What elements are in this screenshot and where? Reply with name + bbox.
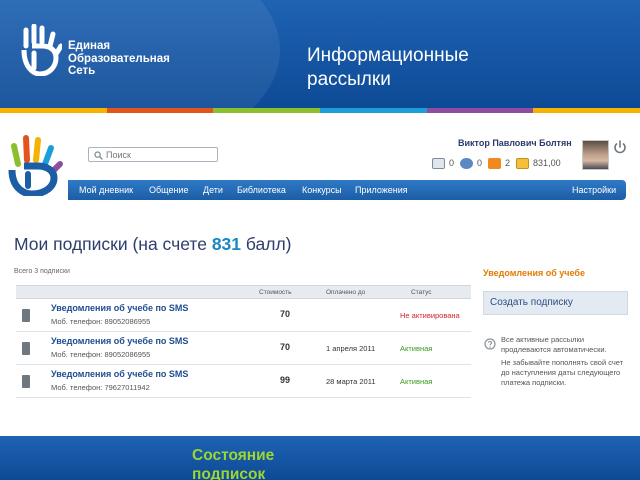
nav-item-library[interactable]: Библиотека xyxy=(237,185,286,195)
points-counter[interactable]: 831,00 xyxy=(516,157,561,169)
color-stripe xyxy=(0,108,640,113)
search-icon xyxy=(94,151,103,160)
hand-logo-icon xyxy=(21,24,62,76)
logo-text: Единая Образовательная Сеть xyxy=(68,40,170,77)
column-status: Статус xyxy=(411,289,432,296)
slide-banner: Единая Образовательная Сеть Информационн… xyxy=(0,0,640,108)
phone-icon xyxy=(22,342,30,355)
table-row: Уведомления об учебе по SMS Моб. телефон… xyxy=(16,366,471,398)
create-subscription-button[interactable]: Создать подписку xyxy=(483,291,628,315)
subscription-title-link[interactable]: Уведомления об учебе по SMS xyxy=(51,336,188,346)
nav-item-settings[interactable]: Настройки xyxy=(572,185,616,195)
mail-icon xyxy=(432,157,445,169)
info-icon xyxy=(484,338,496,350)
table-header: Стоимость Оплачено до Статус xyxy=(16,285,471,299)
table-row: Уведомления об учебе по SMS Моб. телефон… xyxy=(16,300,471,332)
nav-item-contests[interactable]: Конкурсы xyxy=(302,185,342,195)
nav-item-my-diary[interactable]: Мой дневник xyxy=(79,185,133,195)
user-name-link[interactable]: Виктор Павлович Болтян xyxy=(458,138,572,148)
cost-value: 70 xyxy=(280,309,291,319)
table-row: Уведомления об учебе по SMS Моб. телефон… xyxy=(16,333,471,365)
status-badge: Не активирована xyxy=(400,311,460,320)
phone-icon xyxy=(22,375,30,388)
points-icon xyxy=(516,157,530,169)
sidebar-header: Уведомления об учебе xyxy=(483,268,585,278)
friends-icon xyxy=(460,157,474,169)
search-input[interactable] xyxy=(106,149,214,160)
cost-value: 70 xyxy=(280,342,291,352)
notifications-icon xyxy=(488,157,502,169)
paid-until-value: 28 марта 2011 xyxy=(326,377,376,386)
column-paid-until: Оплачено до xyxy=(326,289,366,296)
phone-number: Моб. телефон: 79627011942 xyxy=(51,383,150,392)
phone-number: Моб. телефон: 89052086955 xyxy=(51,350,151,359)
phone-icon xyxy=(22,309,30,322)
points-balance: 831 xyxy=(211,234,242,254)
main-nav: Мой дневник Общение Дети Библиотека Конк… xyxy=(68,180,626,200)
page-title: Мои подписки (на счете 831 балл) xyxy=(14,234,292,254)
slide-footer: Состояние подписок xyxy=(0,436,640,480)
column-cost: Стоимость xyxy=(259,289,292,296)
sidebar-info: Все активные рассылки продлеваются автом… xyxy=(501,335,624,387)
cost-value: 99 xyxy=(280,375,291,385)
power-icon[interactable] xyxy=(613,140,627,154)
slide-title: Информационные рассылки xyxy=(307,45,469,90)
status-badge: Активная xyxy=(400,344,433,353)
search-box[interactable] xyxy=(88,147,218,162)
phone-number: Моб. телефон: 89052086955 xyxy=(51,317,151,326)
subscription-title-link[interactable]: Уведомления об учебе по SMS xyxy=(51,369,188,379)
nav-item-communication[interactable]: Общение xyxy=(149,185,188,195)
subscriptions-count: Всего 3 подписки xyxy=(14,268,70,275)
notifications-counter[interactable]: 2 xyxy=(488,157,510,169)
friends-counter[interactable]: 0 xyxy=(460,157,482,169)
slide-caption: Состояние подписок xyxy=(192,447,275,480)
counters-bar: 0 0 2 831,00 xyxy=(432,157,567,169)
site-logo-icon xyxy=(8,135,63,196)
messages-counter[interactable]: 0 xyxy=(432,157,454,169)
status-badge: Активная xyxy=(400,377,433,386)
avatar[interactable] xyxy=(582,140,609,170)
subscription-title-link[interactable]: Уведомления об учебе по SMS xyxy=(51,303,188,313)
nav-item-children[interactable]: Дети xyxy=(203,185,223,195)
nav-item-apps[interactable]: Приложения xyxy=(355,185,408,195)
site-screenshot: Виктор Павлович Болтян 0 0 2 831,00 Мой … xyxy=(8,126,630,416)
paid-until-value: 1 апреля 2011 xyxy=(326,344,376,353)
